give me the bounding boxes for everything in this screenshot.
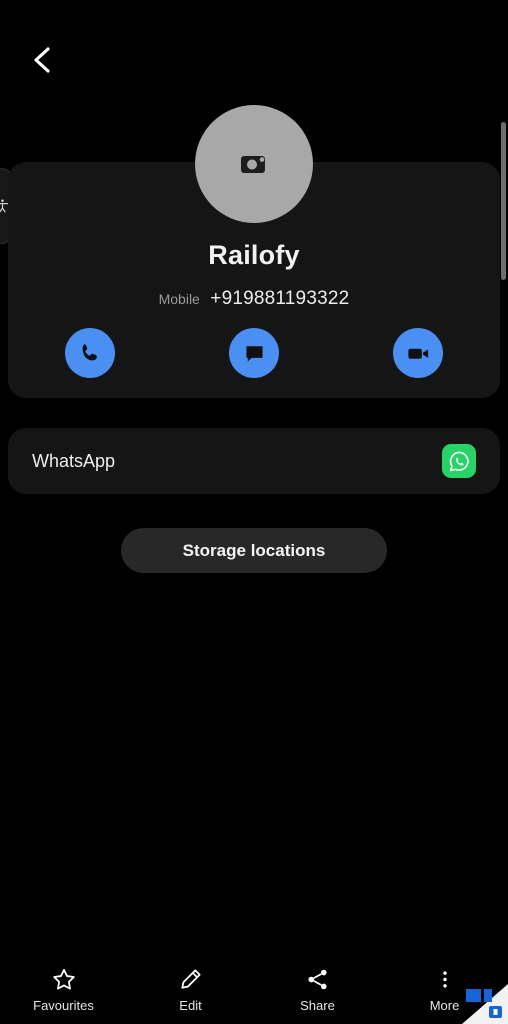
action-slot-message bbox=[172, 328, 336, 378]
nav-item-share[interactable]: Share bbox=[254, 968, 381, 1013]
whatsapp-row[interactable]: WhatsApp bbox=[8, 428, 500, 494]
nav-label-edit: Edit bbox=[179, 997, 202, 1013]
video-call-button[interactable] bbox=[393, 328, 443, 378]
whatsapp-icon bbox=[442, 444, 476, 478]
contact-action-row bbox=[8, 328, 500, 378]
storage-locations-button[interactable]: Storage locations bbox=[121, 528, 387, 573]
message-bubble-icon bbox=[245, 345, 263, 361]
nav-item-favourites[interactable]: Favourites bbox=[0, 968, 127, 1013]
pencil-icon bbox=[178, 968, 203, 992]
share-nodes-icon bbox=[305, 968, 330, 992]
star-outline-icon bbox=[51, 968, 77, 992]
whatsapp-label: WhatsApp bbox=[32, 450, 116, 471]
corner-logo-watermark bbox=[462, 984, 508, 1024]
back-button[interactable] bbox=[22, 40, 62, 80]
camera-icon bbox=[241, 156, 265, 173]
avatar[interactable] bbox=[195, 105, 313, 223]
message-button[interactable] bbox=[229, 328, 279, 378]
bottom-navigation-bar: Favourites Edit Share More bbox=[0, 956, 508, 1024]
action-slot-video-call bbox=[336, 328, 500, 378]
more-vertical-dots-icon bbox=[434, 968, 456, 992]
call-button[interactable] bbox=[65, 328, 115, 378]
contact-details-screen: Railofy Mobile +919881193322 WhatsApp St… bbox=[0, 0, 508, 1024]
nav-label-share: Share bbox=[300, 997, 335, 1013]
nav-label-favourites: Favourites bbox=[33, 997, 94, 1013]
nav-item-edit[interactable]: Edit bbox=[127, 968, 254, 1013]
storage-locations-label: Storage locations bbox=[182, 540, 326, 560]
nav-label-more: More bbox=[429, 997, 460, 1013]
contact-name: Railofy bbox=[208, 240, 300, 270]
video-camera-icon bbox=[407, 348, 428, 359]
contact-number-row[interactable]: Mobile +919881193322 bbox=[0, 288, 508, 310]
top-bar bbox=[0, 0, 508, 120]
whatsapp-glyph-icon bbox=[449, 451, 469, 471]
number-type-label: Mobile bbox=[158, 291, 200, 307]
chevron-left-icon bbox=[34, 47, 50, 73]
contact-phone-number: +919881193322 bbox=[210, 288, 350, 309]
action-slot-call bbox=[8, 328, 172, 378]
phone-icon bbox=[82, 344, 97, 361]
